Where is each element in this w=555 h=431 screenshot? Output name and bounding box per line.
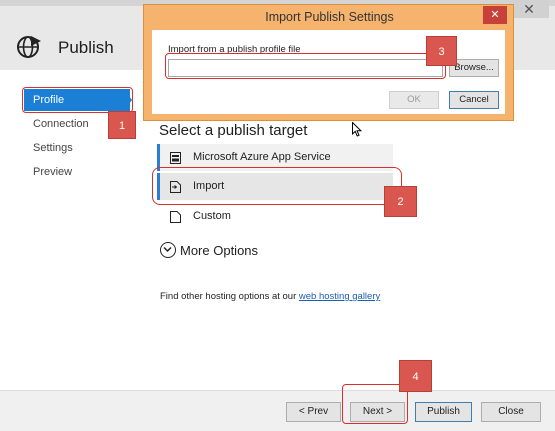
window-close-button[interactable]: ✕ [509,0,549,18]
ok-button[interactable]: OK [389,91,439,109]
custom-file-icon [170,211,181,223]
web-hosting-gallery-link[interactable]: web hosting gallery [299,291,380,302]
target-azure-app-service[interactable]: Microsoft Azure App Service [157,144,393,171]
import-profile-label: Import from a publish profile file [168,44,301,55]
import-file-icon [170,181,181,193]
publish-profile-file-input[interactable] [168,59,443,77]
dialog-title: Import Publish Settings [265,10,394,24]
azure-app-service-icon [170,152,181,164]
next-button[interactable]: Next > [350,402,405,422]
page-title: Publish [58,38,114,57]
hosting-options-text: Find other hosting options at our web ho… [160,291,380,302]
nav-selected-arrow [124,89,132,111]
nav-item-profile[interactable]: Profile [24,89,130,111]
target-label: Import [193,180,225,192]
step-callout-2: 2 [384,186,417,217]
more-options-label: More Options [180,243,259,258]
nav-item-preview[interactable]: Preview [24,161,130,183]
publish-target-heading: Select a publish target [159,122,308,139]
target-import[interactable]: Import [157,173,393,200]
hosting-text: Find other hosting options at our [160,291,299,302]
step-callout-3: 3 [426,36,457,66]
dialog-close-icon[interactable]: ✕ [483,6,507,24]
prev-button[interactable]: < Prev [286,402,341,422]
step-callout-1: 1 [108,111,136,139]
globe-publish-icon [16,34,42,60]
target-custom[interactable]: Custom [160,203,396,230]
chevron-down-circle-icon [160,242,176,258]
target-label: Microsoft Azure App Service [193,151,331,163]
nav-item-settings[interactable]: Settings [24,137,130,159]
close-button[interactable]: Close [481,402,541,422]
cancel-button[interactable]: Cancel [449,91,499,109]
step-callout-4: 4 [399,360,432,392]
publish-button[interactable]: Publish [415,402,472,422]
mouse-cursor-icon [352,121,363,137]
target-label: Custom [193,210,231,222]
import-publish-settings-dialog: Import Publish Settings ✕ Import from a … [143,4,514,121]
